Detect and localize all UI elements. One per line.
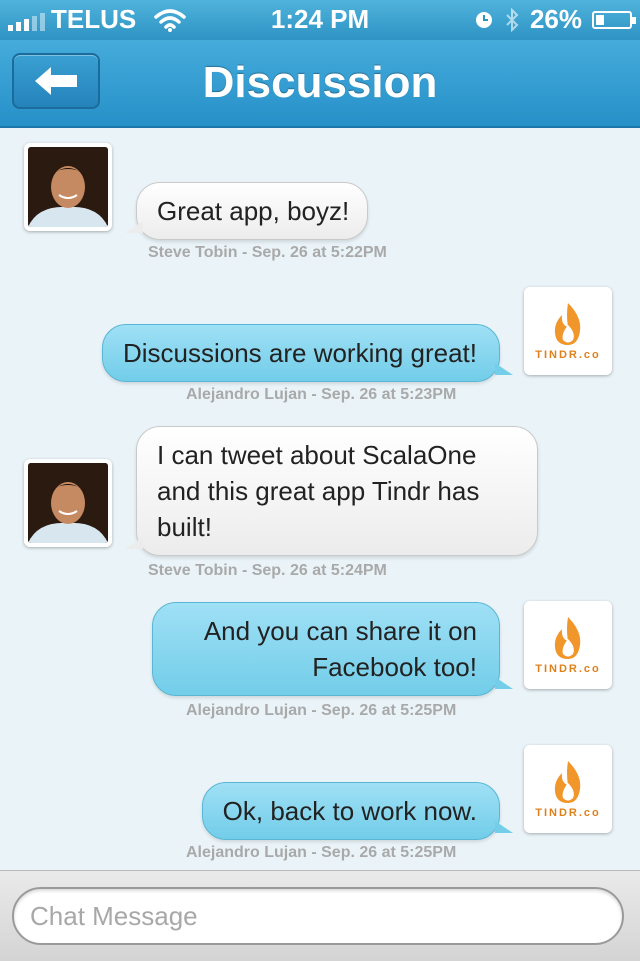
logo-text: TINDR.co	[535, 349, 601, 361]
message-text: Ok, back to work now.	[222, 796, 477, 826]
tindr-logo-avatar[interactable]: TINDR.co	[524, 601, 612, 689]
message-bubble-outgoing: And you can share it on Facebook too!	[152, 602, 513, 696]
message-text: And you can share it on Facebook too!	[203, 616, 477, 682]
user-avatar[interactable]	[24, 143, 112, 231]
message-meta: Alejandro Lujan - Sep. 26 at 5:23PM	[186, 386, 457, 403]
bluetooth-icon	[506, 7, 519, 32]
flame-icon	[554, 617, 581, 659]
message-text: Discussions are working great!	[122, 338, 477, 368]
battery-percent: 26%	[529, 4, 582, 34]
message-meta: Alejandro Lujan - Sep. 26 at 5:25PM	[186, 844, 457, 861]
status-right: 26%	[474, 4, 636, 35]
profile-photo	[28, 147, 108, 227]
message-bubble-outgoing: Ok, back to work now.	[201, 782, 514, 840]
flame-icon	[554, 761, 581, 803]
message-text: I can tweet about ScalaOne and this grea…	[157, 440, 480, 542]
battery-icon	[592, 10, 636, 29]
logo-text: TINDR.co	[535, 807, 601, 819]
message-meta: Steve Tobin - Sep. 26 at 5:22PM	[148, 244, 387, 261]
navigation-bar: Discussion	[0, 40, 640, 128]
logo-text: TINDR.co	[535, 663, 601, 675]
message-bubble-incoming: I can tweet about ScalaOne and this grea…	[125, 426, 538, 556]
flame-icon	[554, 303, 581, 345]
tindr-logo-avatar[interactable]: TINDR.co	[524, 745, 612, 833]
user-avatar[interactable]	[24, 459, 112, 547]
message-text: Great app, boyz!	[157, 196, 350, 226]
clock-icon	[475, 11, 492, 28]
message-bubble-outgoing: Discussions are working great!	[101, 324, 514, 382]
message-bubble-incoming: Great app, boyz!	[124, 182, 369, 240]
tindr-logo-avatar[interactable]: TINDR.co	[524, 287, 612, 375]
page-title: Discussion	[202, 58, 438, 107]
profile-photo	[28, 463, 108, 543]
battery-fill	[596, 14, 604, 25]
message-meta: Steve Tobin - Sep. 26 at 5:24PM	[148, 562, 387, 579]
message-meta: Alejandro Lujan - Sep. 26 at 5:25PM	[186, 702, 457, 719]
status-bar: TELUS 1:24 PM 26%	[0, 0, 640, 40]
compose-bar	[0, 870, 640, 961]
chat-message-input[interactable]	[12, 887, 624, 945]
